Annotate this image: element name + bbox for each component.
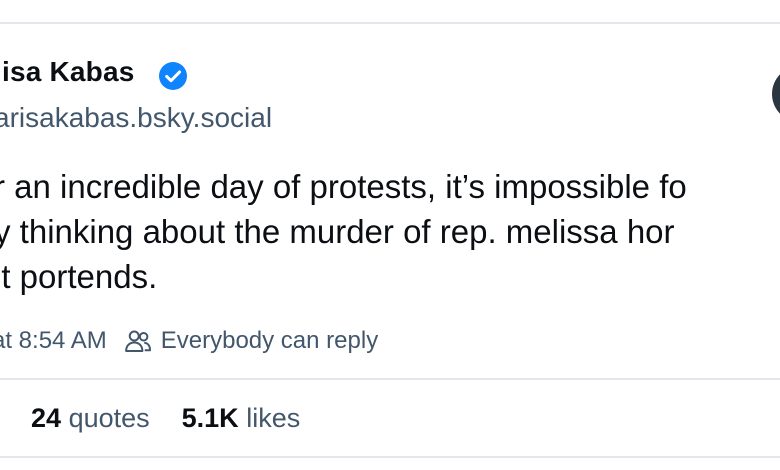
quotes-label: quotes: [68, 402, 150, 433]
stats-top-divider: [0, 378, 780, 380]
people-icon: [124, 330, 151, 352]
post-text: r an incredible day of protests, it’s im…: [0, 164, 780, 299]
post-text-line: it portends.: [0, 258, 158, 295]
post-timestamp[interactable]: at 8:54 AM: [0, 327, 107, 355]
post-meta-row: at 8:54 AM Everybody can reply: [0, 324, 378, 358]
post-text-line: r an incredible day of protests, it’s im…: [0, 168, 687, 205]
verified-badge-icon[interactable]: [159, 62, 187, 90]
likes-stat[interactable]: 5.1K likes: [182, 403, 301, 434]
quotes-stat[interactable]: 24 quotes: [31, 403, 150, 434]
author-handle[interactable]: arisakabas.bsky.social: [0, 102, 272, 134]
likes-label: likes: [246, 402, 301, 433]
quotes-count: 24: [31, 402, 62, 433]
author-display-name[interactable]: lisa Kabas: [0, 56, 135, 88]
avatar[interactable]: [772, 66, 780, 122]
post-text-line: y thinking about the murder of rep. meli…: [0, 213, 675, 250]
reply-setting-label[interactable]: Everybody can reply: [161, 327, 378, 355]
stats-bottom-divider: [0, 456, 780, 458]
likes-count: 5.1K: [181, 402, 239, 433]
post-thread-view: lisa Kabas arisakabas.bsky.social r an i…: [0, 0, 780, 470]
top-divider: [0, 22, 780, 24]
stats-row: 24 quotes 5.1K likes: [31, 400, 332, 436]
